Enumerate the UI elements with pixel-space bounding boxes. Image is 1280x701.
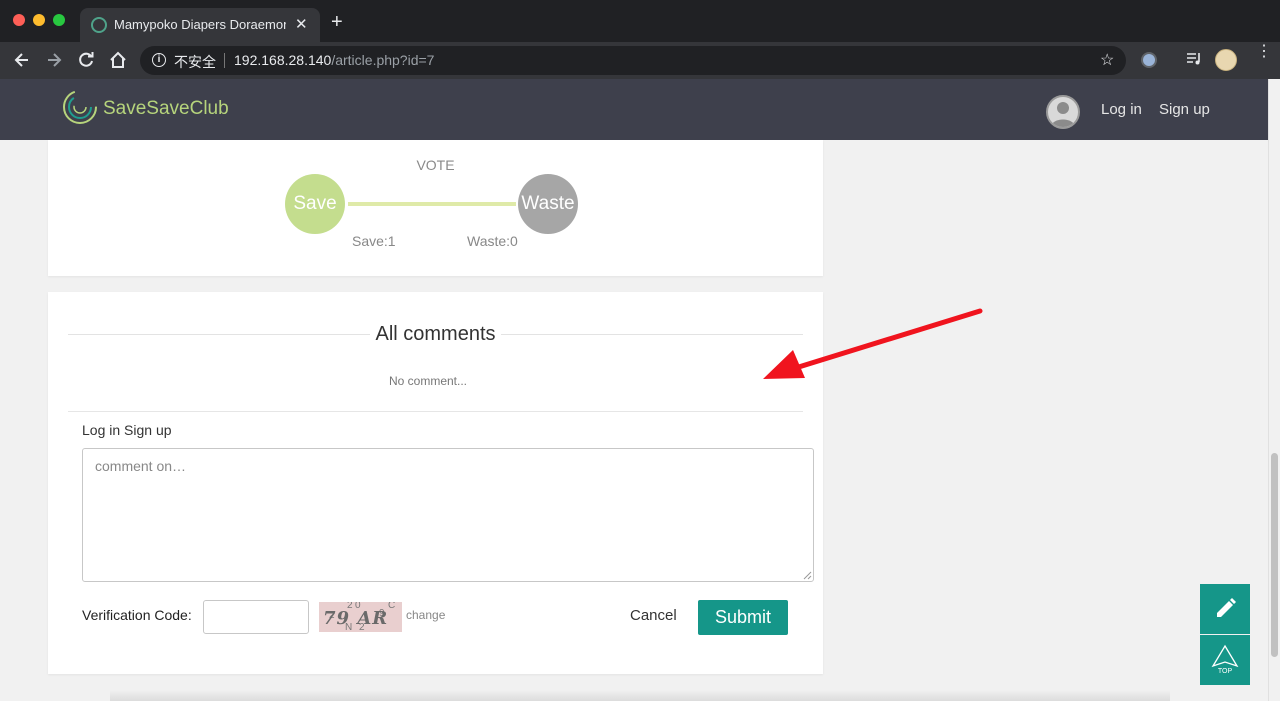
- verification-code-label: Verification Code:: [82, 607, 192, 623]
- info-icon[interactable]: i: [152, 53, 166, 67]
- auth-links: Log in Sign up: [82, 422, 172, 438]
- title-divider-left: [68, 334, 370, 335]
- resize-grip-icon[interactable]: [802, 570, 812, 580]
- extension-icon[interactable]: [1141, 52, 1157, 68]
- browser-tab[interactable]: Mamypoko Diapers Doraemon ✕: [80, 8, 320, 42]
- vote-panel: VOTE Save Waste Save:1 Waste:0: [48, 140, 823, 276]
- profile-avatar[interactable]: [1215, 49, 1237, 71]
- comments-divider: [68, 411, 803, 412]
- back-to-top-button[interactable]: TOP: [1200, 635, 1250, 685]
- home-icon[interactable]: [108, 50, 128, 70]
- url-text[interactable]: 192.168.28.140/article.php?id=7: [234, 52, 434, 68]
- verification-code-input[interactable]: [203, 600, 309, 634]
- forward-icon[interactable]: [44, 50, 64, 70]
- vote-waste-button[interactable]: Waste: [518, 174, 578, 234]
- back-to-top-label: TOP: [1217, 668, 1233, 675]
- logo-icon[interactable]: [62, 89, 98, 125]
- tab-title: Mamypoko Diapers Doraemon: [114, 17, 286, 32]
- url-host: 192.168.28.140: [234, 52, 332, 68]
- site-header: SaveSaveClub Log in Sign up: [0, 79, 1268, 140]
- no-comment-text: No comment...: [388, 374, 468, 388]
- new-tab-button[interactable]: +: [331, 12, 343, 32]
- bookmark-star-icon[interactable]: ☆: [1100, 50, 1114, 70]
- waste-count: Waste:0: [467, 233, 518, 249]
- edit-button[interactable]: [1200, 584, 1250, 634]
- url-path: /article.php?id=7: [331, 52, 435, 68]
- media-control-icon[interactable]: [1185, 50, 1203, 68]
- close-window-button[interactable]: [13, 14, 25, 26]
- comments-panel: All comments No comment... Log in Sign u…: [48, 292, 823, 674]
- browser-tab-bar: Mamypoko Diapers Doraemon ✕ +: [0, 0, 1280, 42]
- browser-menu-icon[interactable]: ⋮: [1256, 44, 1272, 60]
- minimize-window-button[interactable]: [33, 14, 45, 26]
- security-label: 不安全: [174, 54, 216, 70]
- vote-title: VOTE: [416, 157, 455, 173]
- back-icon[interactable]: [12, 50, 32, 70]
- page-scrollbar[interactable]: [1268, 79, 1280, 701]
- login-link[interactable]: Log in: [1101, 101, 1142, 118]
- maximize-window-button[interactable]: [53, 14, 65, 26]
- address-separator: [224, 53, 225, 68]
- logo-text[interactable]: SaveSaveClub: [103, 98, 229, 120]
- pencil-icon: [1217, 598, 1236, 617]
- browser-toolbar: i 不安全 192.168.28.140/article.php?id=7 ☆ …: [0, 42, 1280, 79]
- footer-shadow: [110, 690, 1170, 701]
- reload-icon[interactable]: [76, 50, 96, 70]
- submit-button[interactable]: Submit: [698, 600, 788, 635]
- comments-title: All comments: [375, 323, 496, 345]
- address-bar[interactable]: i 不安全 192.168.28.140/article.php?id=7 ☆: [140, 46, 1126, 75]
- annotation-arrow-icon: [763, 308, 983, 379]
- comment-textarea[interactable]: [82, 448, 814, 582]
- scrollbar-thumb[interactable]: [1271, 453, 1278, 657]
- captcha-text: 79 AR: [323, 608, 389, 629]
- vote-connector: [348, 202, 516, 206]
- comment-login-link[interactable]: Log in: [82, 422, 120, 438]
- tab-close-icon[interactable]: ✕: [295, 15, 308, 33]
- cancel-button[interactable]: Cancel: [630, 607, 677, 624]
- captcha-noise: C: [388, 602, 396, 611]
- favicon-icon: [91, 17, 107, 33]
- vote-save-button[interactable]: Save: [285, 174, 345, 234]
- arrow-up-icon: [1211, 644, 1239, 668]
- save-count: Save:1: [352, 233, 396, 249]
- captcha-image[interactable]: 2 0 C 2 N 2 9 79 AR: [319, 602, 402, 632]
- captcha-change-link[interactable]: change: [406, 608, 445, 622]
- signup-link[interactable]: Sign up: [1159, 101, 1210, 118]
- comment-signup-link[interactable]: Sign up: [124, 422, 171, 438]
- user-avatar-icon[interactable]: [1046, 95, 1080, 129]
